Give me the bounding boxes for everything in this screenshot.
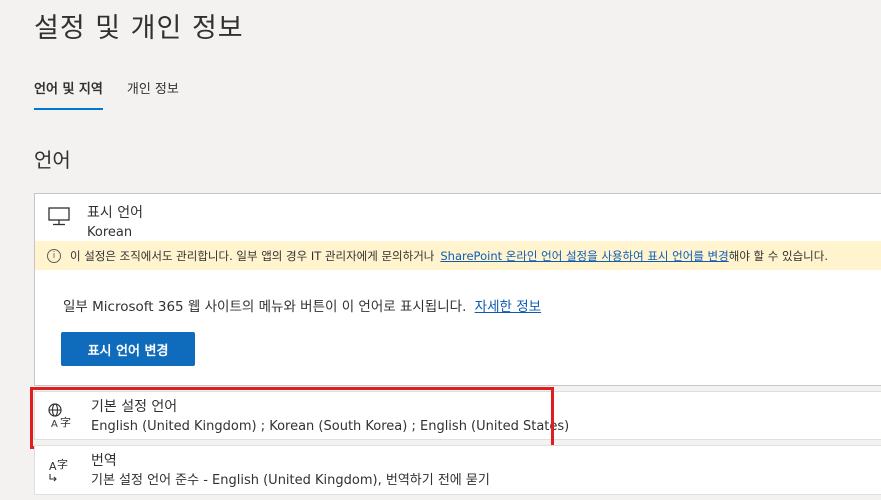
notice-text: 이 설정은 조직에서도 관리합니다. 일부 앱의 경우 IT 관리자에게 문의하… xyxy=(70,248,435,263)
display-language-description: 일부 Microsoft 365 웹 사이트의 메뉴와 버튼이 이 언어로 표시… xyxy=(63,295,541,315)
info-icon: i xyxy=(47,248,61,263)
display-language-card: 표시 언어 Korean i 이 설정은 조직에서도 관리합니다. 일부 앱의 … xyxy=(34,193,881,386)
learn-more-link[interactable]: 자세한 정보 xyxy=(475,299,541,315)
svg-text:A: A xyxy=(49,460,57,473)
translation-title: 번역 xyxy=(91,453,117,469)
page-title: 설정 및 개인 정보 xyxy=(34,13,244,44)
translation-value: 기본 설정 언어 준수 - English (United Kingdom), … xyxy=(91,473,490,488)
description-text: 일부 Microsoft 365 웹 사이트의 메뉴와 버튼이 이 언어로 표시… xyxy=(63,299,467,315)
translation-row[interactable]: A 字 번역 기본 설정 언어 준수 - English (United Kin… xyxy=(34,445,881,495)
tab-privacy[interactable]: 개인 정보 xyxy=(127,78,179,110)
change-display-language-button[interactable]: 표시 언어 변경 xyxy=(61,332,195,366)
svg-text:字: 字 xyxy=(57,457,68,471)
tab-list: 언어 및 지역 개인 정보 xyxy=(34,78,179,110)
display-language-title: 표시 언어 xyxy=(87,205,143,221)
section-heading: 언어 xyxy=(34,148,71,172)
tab-language-region[interactable]: 언어 및 지역 xyxy=(34,78,103,110)
translate-icon: A 字 xyxy=(47,456,75,486)
settings-page: 설정 및 개인 정보 언어 및 지역 개인 정보 언어 표시 언어 Korean… xyxy=(0,0,881,500)
sharepoint-settings-link[interactable]: SharePoint 온라인 언어 설정을 사용하여 표시 언어를 변경 xyxy=(440,248,728,264)
display-language-header[interactable]: 표시 언어 Korean xyxy=(47,204,143,242)
highlight-box xyxy=(30,387,554,449)
display-language-value: Korean xyxy=(87,225,133,240)
notice-suffix: 해야 할 수 있습니다. xyxy=(728,248,828,263)
managed-notice: i 이 설정은 조직에서도 관리합니다. 일부 앱의 경우 IT 관리자에게 문… xyxy=(35,241,881,270)
monitor-icon xyxy=(47,204,75,234)
